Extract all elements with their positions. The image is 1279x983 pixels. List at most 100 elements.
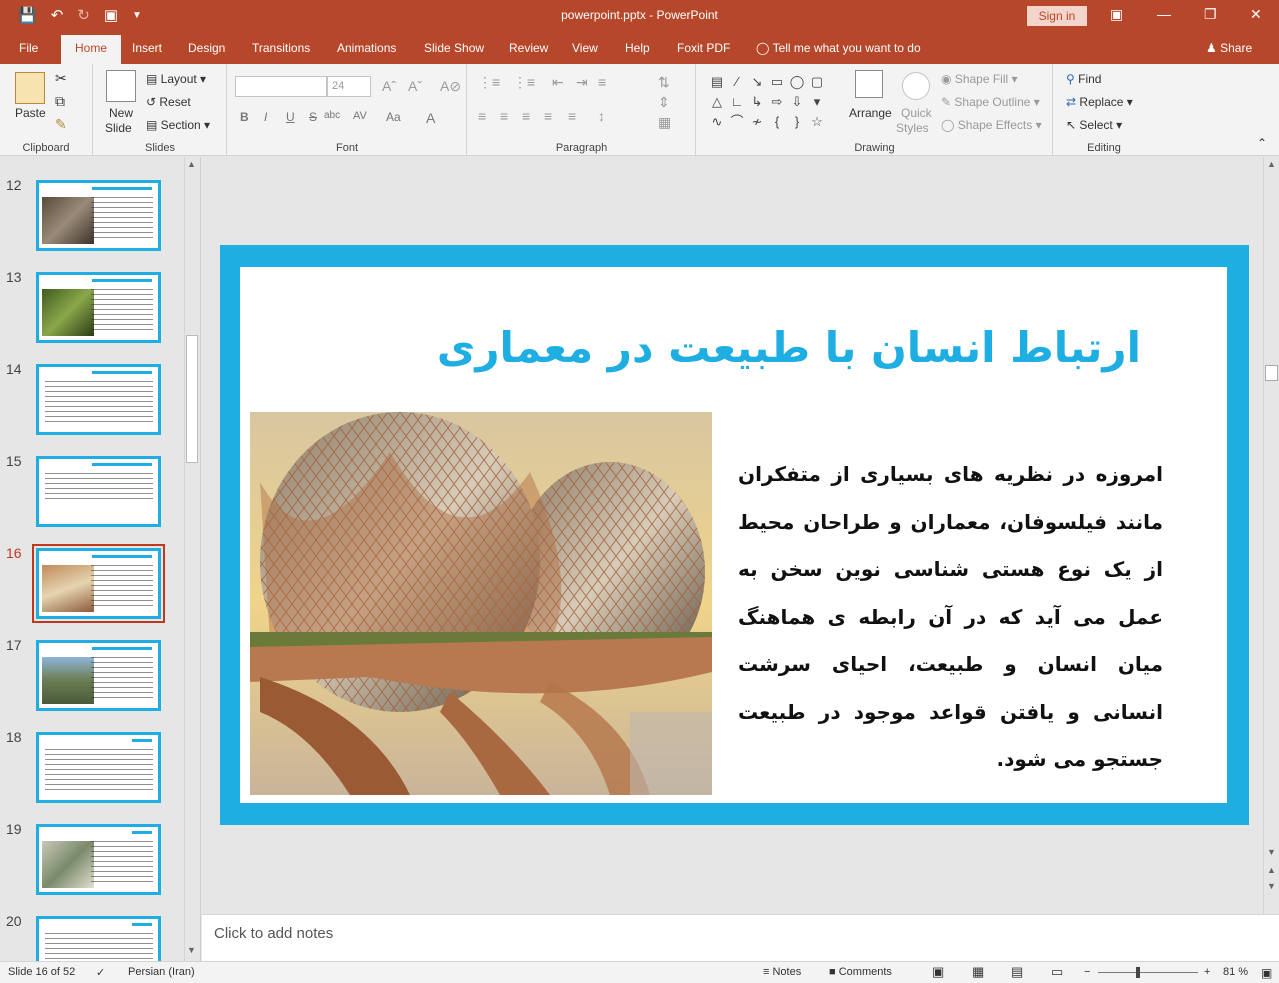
new-slide-icon[interactable] — [106, 70, 136, 102]
tab-foxit-pdf[interactable]: Foxit PDF — [677, 41, 730, 55]
tab-view[interactable]: View — [572, 41, 598, 55]
paste-button[interactable]: Paste — [15, 106, 46, 120]
italic-button[interactable]: I — [264, 110, 267, 124]
text-direction-icon[interactable]: ⇅ — [658, 74, 670, 91]
notes-pane[interactable]: Click to add notes — [202, 914, 1279, 961]
ribbon-display-icon[interactable]: ▣ — [1110, 6, 1123, 23]
thumbnail-slide-14[interactable]: 14 — [0, 341, 180, 435]
elbow-arrow-shape-icon[interactable]: ↳ — [747, 92, 767, 112]
slide-body-text[interactable]: امروزه در نظریه های بسیاری از متفکران ما… — [738, 451, 1163, 784]
tab-insert[interactable]: Insert — [132, 41, 162, 55]
arrange-button[interactable]: Arrange — [849, 106, 892, 120]
copy-icon[interactable]: ⧉ — [55, 93, 65, 110]
notes-toggle[interactable]: ≡ Notes — [763, 966, 801, 978]
more-shapes-icon[interactable]: ▾ — [807, 92, 827, 112]
notes-placeholder[interactable]: Click to add notes — [214, 925, 333, 942]
zoom-slider[interactable] — [1098, 972, 1198, 973]
select-button[interactable]: ↖ Select ▾ — [1066, 118, 1122, 132]
thumbnail-slide-20[interactable]: 20 — [0, 893, 180, 961]
thumbnail-image[interactable] — [36, 916, 161, 961]
zoom-out-icon[interactable]: − — [1084, 966, 1090, 978]
normal-view-icon[interactable]: ▣ — [932, 964, 944, 980]
tab-review[interactable]: Review — [509, 41, 548, 55]
language-indicator[interactable]: Persian (Iran) — [128, 966, 195, 978]
tab-transitions[interactable]: Transitions — [252, 41, 310, 55]
line-spacing-icon[interactable]: ↕ — [598, 108, 605, 124]
columns-icon[interactable]: ≡ — [568, 108, 576, 124]
thumbnail-image[interactable] — [36, 456, 161, 527]
shape-effects-button[interactable]: ◯ Shape Effects ▾ — [941, 118, 1042, 132]
reset-button[interactable]: ↺ Reset — [146, 95, 191, 109]
arrange-icon[interactable] — [855, 70, 883, 98]
oval-shape-icon[interactable]: ◯ — [787, 72, 807, 92]
reading-view-icon[interactable]: ▤ — [1011, 964, 1023, 980]
thumbnail-image[interactable] — [36, 180, 161, 251]
previous-slide-icon[interactable]: ▲ — [1267, 865, 1276, 875]
quick-styles-icon[interactable] — [902, 72, 930, 100]
slide-canvas[interactable]: ارتباط انسان با طبیعت در معماری امروزه د… — [220, 245, 1249, 825]
thumbnail-image[interactable] — [36, 272, 161, 343]
find-button[interactable]: ⚲ Find — [1066, 72, 1101, 86]
tab-help[interactable]: Help — [625, 41, 650, 55]
tab-file[interactable]: File — [19, 41, 38, 55]
bullets-icon[interactable]: ⋮≡ — [478, 74, 500, 91]
brace-right-shape-icon[interactable]: } — [787, 112, 807, 132]
font-name-combo[interactable] — [235, 76, 327, 97]
tab-slide-show[interactable]: Slide Show — [424, 41, 484, 55]
rectangle-shape-icon[interactable]: ▭ — [767, 72, 787, 92]
quick-styles-label-1[interactable]: Quick — [901, 106, 932, 120]
comments-toggle[interactable]: ■ Comments — [829, 966, 892, 978]
thumbnail-image[interactable] — [36, 640, 161, 711]
collapse-ribbon-icon[interactable]: ⌃ — [1257, 136, 1267, 150]
thumbnail-image[interactable] — [36, 824, 161, 895]
quick-styles-label-2[interactable]: Styles — [896, 121, 929, 135]
font-color-button[interactable]: A — [426, 110, 435, 126]
format-painter-icon[interactable]: ✎ — [55, 116, 67, 133]
tab-home[interactable]: Home — [61, 35, 122, 64]
thumbnail-slide-19[interactable]: 19 — [0, 801, 180, 895]
curve-shape-icon[interactable]: ≁ — [747, 112, 767, 132]
fit-slide-icon[interactable]: ▣ — [1261, 966, 1272, 980]
increase-indent-icon[interactable]: ⇥ — [576, 74, 588, 91]
thumbnail-slide-15[interactable]: 15 — [0, 433, 180, 527]
shrink-font-icon[interactable]: Aˇ — [408, 78, 422, 94]
grow-font-icon[interactable]: Aˆ — [382, 78, 396, 94]
zoom-in-icon[interactable]: + — [1204, 966, 1210, 978]
scroll-up-icon[interactable]: ▲ — [1267, 159, 1276, 169]
align-text-icon[interactable]: ⇕ — [658, 94, 670, 111]
share-button[interactable]: ♟ Share — [1206, 41, 1252, 55]
tab-animations[interactable]: Animations — [337, 41, 396, 55]
tab-design[interactable]: Design — [188, 41, 225, 55]
spelling-icon[interactable]: ✓ — [96, 966, 105, 979]
down-arrow-shape-icon[interactable]: ⇩ — [787, 92, 807, 112]
font-size-combo[interactable]: 24 — [327, 76, 371, 97]
align-right-icon[interactable]: ≡ — [522, 108, 530, 124]
thumbnail-slide-13[interactable]: 13 — [0, 249, 180, 343]
rounded-rect-shape-icon[interactable]: ▢ — [807, 72, 827, 92]
arrow-shape-icon[interactable]: ↘ — [747, 72, 767, 92]
zoom-level[interactable]: 81 % — [1223, 966, 1248, 978]
tell-me-search[interactable]: ◯ Tell me what you want to do — [756, 41, 921, 55]
scroll-down-icon[interactable]: ▼ — [1267, 847, 1276, 857]
paste-icon[interactable] — [15, 72, 45, 104]
slide-picture[interactable] — [250, 412, 712, 795]
scroll-up-icon[interactable]: ▲ — [187, 159, 196, 169]
thumbnail-image[interactable] — [36, 364, 161, 435]
editor-scroll-thumb[interactable] — [1265, 365, 1278, 381]
underline-button[interactable]: U — [286, 110, 295, 124]
slide-title[interactable]: ارتباط انسان با طبیعت در معماری — [437, 323, 1141, 372]
shadow-button[interactable]: abc — [324, 110, 340, 121]
section-button[interactable]: ▤ Section ▾ — [146, 118, 210, 132]
smartart-icon[interactable]: ▦ — [658, 114, 671, 131]
shape-fill-button[interactable]: ◉ Shape Fill ▾ — [941, 72, 1018, 86]
star-shape-icon[interactable]: ☆ — [807, 112, 827, 132]
right-arrow-shape-icon[interactable]: ⇨ — [767, 92, 787, 112]
thumbnail-scroll-thumb[interactable] — [186, 335, 198, 463]
cut-icon[interactable]: ✂ — [55, 70, 67, 87]
shapes-gallery[interactable]: ▤ ∕ ↘ ▭ ◯ ▢ △ ∟ ↳ ⇨ ⇩ ▾ ∿ ⌒ ≁ { } ☆ — [707, 72, 829, 134]
zoom-slider-handle[interactable] — [1136, 967, 1140, 978]
strikethrough-button[interactable]: S — [309, 110, 317, 124]
slideshow-view-icon[interactable]: ▭ — [1051, 964, 1063, 980]
brace-left-shape-icon[interactable]: { — [767, 112, 787, 132]
align-left-icon[interactable]: ≡ — [478, 108, 486, 124]
